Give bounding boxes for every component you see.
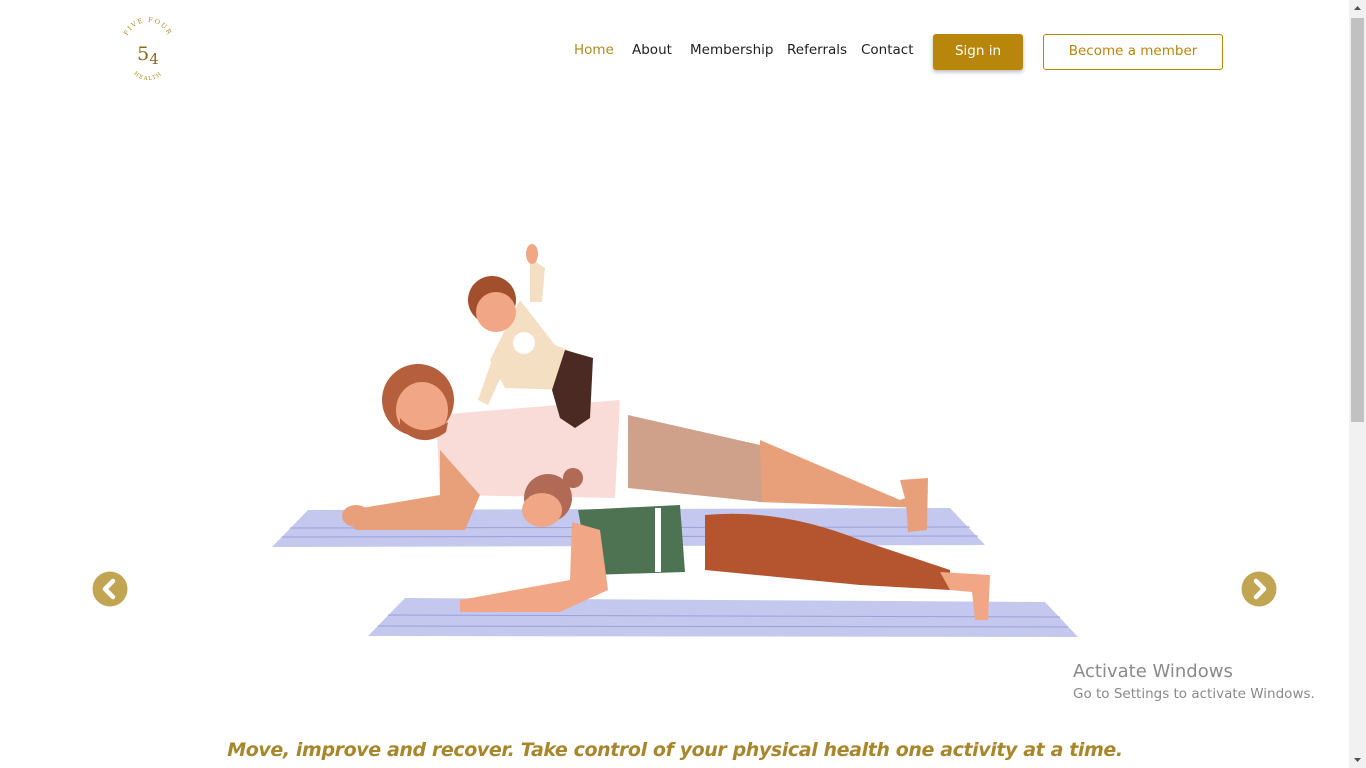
carousel-prev-icon[interactable] (92, 571, 128, 607)
nav-referrals[interactable]: Referrals (787, 34, 847, 70)
hero-tagline: Move, improve and recover. Take control … (227, 739, 1123, 761)
sign-in-button[interactable]: Sign in (933, 34, 1023, 70)
carousel-next-icon[interactable] (1241, 571, 1277, 607)
activate-windows-title: Activate Windows (1073, 661, 1233, 682)
become-member-button[interactable]: Become a member (1043, 34, 1223, 70)
nav-about[interactable]: About (632, 34, 672, 70)
scroll-down-arrow-icon[interactable] (1349, 751, 1366, 768)
activate-windows-subtitle: Go to Settings to activate Windows. (1073, 686, 1315, 702)
page-scrollbar[interactable] (1349, 0, 1366, 768)
nav-membership[interactable]: Membership (690, 34, 773, 70)
main-nav: Home About Membership Referrals Contact … (0, 34, 1366, 70)
hero-illustration (272, 244, 1078, 637)
scroll-thumb[interactable] (1351, 18, 1364, 422)
nav-contact[interactable]: Contact (861, 34, 914, 70)
nav-home[interactable]: Home (574, 34, 614, 70)
svg-text:HEALTH: HEALTH (132, 71, 163, 82)
scroll-up-arrow-icon[interactable] (1349, 0, 1366, 17)
activate-windows-watermark: Activate Windows Go to Settings to activ… (1073, 660, 1315, 704)
